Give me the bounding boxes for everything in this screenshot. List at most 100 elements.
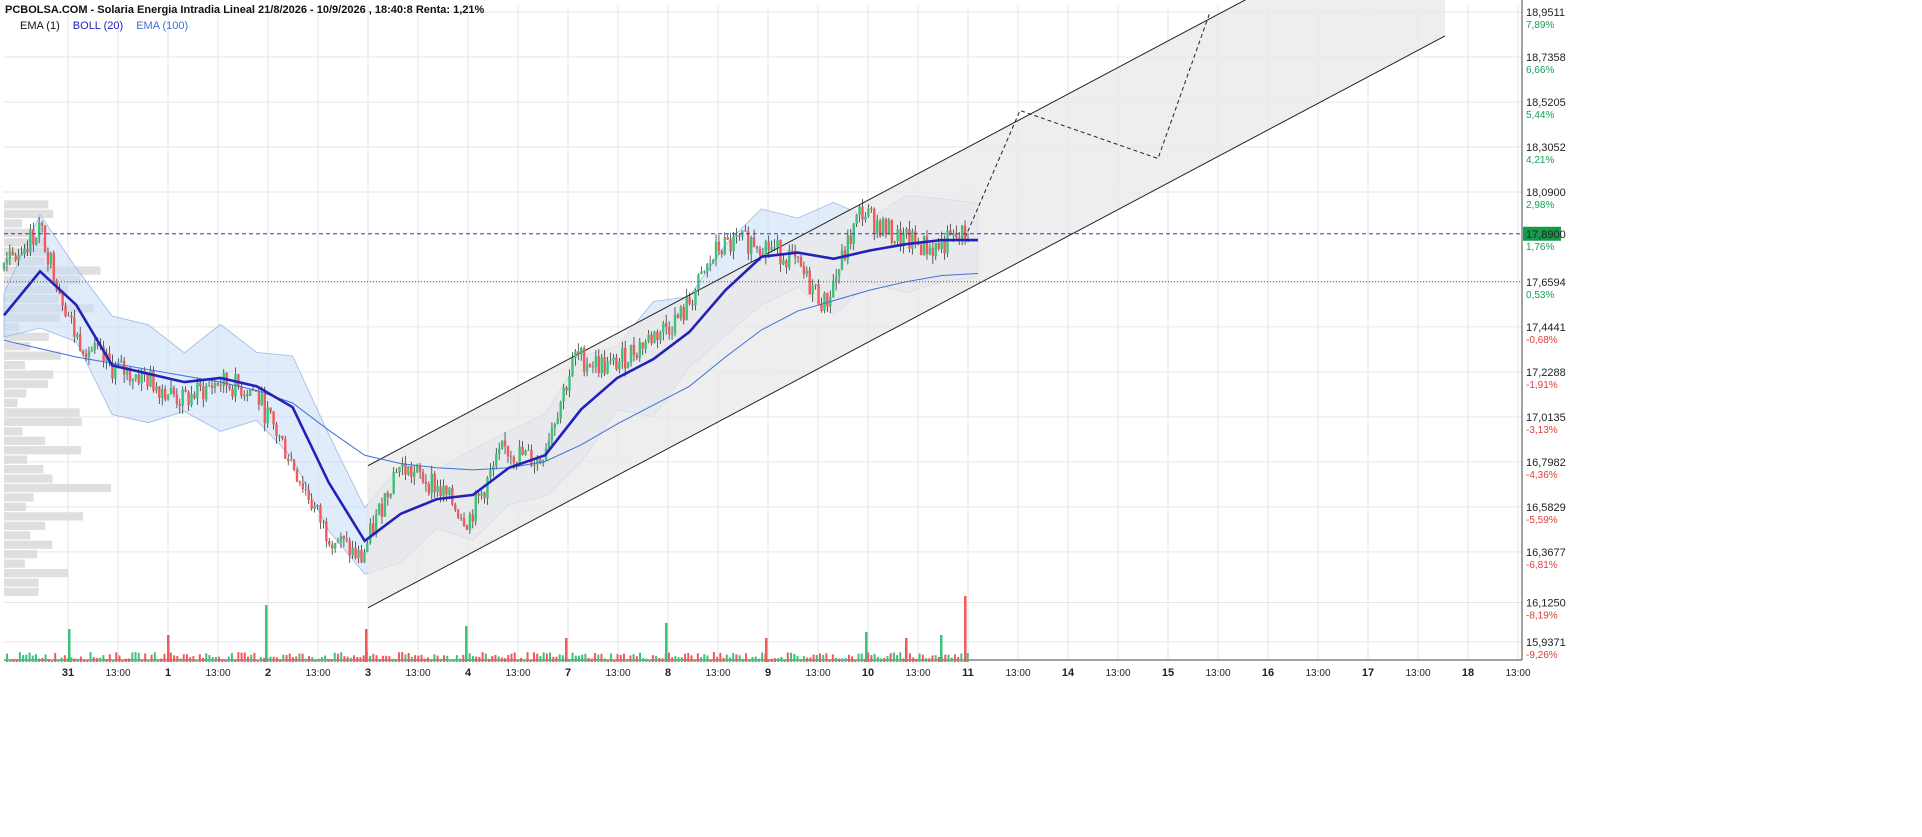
volume-bar — [921, 654, 924, 662]
volume-bar — [86, 659, 89, 662]
candle-body — [577, 351, 580, 355]
volume-bar — [831, 654, 834, 662]
volume-bar — [12, 659, 15, 662]
legend-ema100[interactable]: EMA (100) — [136, 20, 188, 32]
volume-bar — [635, 656, 638, 662]
date-label: 2 — [265, 667, 271, 679]
volume-bar — [802, 655, 805, 662]
candle-body — [193, 393, 196, 399]
candle-body — [216, 383, 220, 386]
volume-bar — [709, 659, 712, 662]
volume-bar — [790, 652, 793, 662]
candle-body — [295, 470, 299, 482]
volume-bar — [944, 654, 947, 662]
candle-body — [905, 229, 908, 234]
volume-bar — [291, 657, 294, 662]
legend-boll[interactable]: BOLL (20) — [73, 20, 123, 32]
volume-bar — [902, 658, 905, 662]
volume-bar — [854, 659, 857, 662]
candle-body — [958, 237, 961, 239]
volume-bar — [202, 657, 205, 662]
legend-ema1[interactable]: EMA (1) — [20, 20, 60, 32]
candle-body — [665, 323, 668, 328]
price-pct-label: 4,21% — [1526, 155, 1554, 166]
candle-body — [884, 218, 888, 234]
volume-bar — [622, 653, 625, 662]
candle-body — [914, 231, 917, 242]
volume-bar — [735, 654, 738, 662]
candle-body — [867, 208, 870, 217]
volume-bar — [532, 652, 535, 662]
volume-bar — [613, 659, 616, 662]
volume-bar — [555, 656, 558, 662]
candle-body — [802, 266, 806, 275]
volume-bar — [876, 656, 879, 662]
volume-bar — [462, 654, 465, 662]
price-tick-label: 17,4441 — [1526, 322, 1566, 334]
candle-body — [688, 296, 691, 304]
volume-bar — [128, 658, 131, 662]
time-label: 13:00 — [705, 668, 730, 679]
volume-profile-bar — [4, 502, 26, 512]
time-label: 13:00 — [1105, 668, 1130, 679]
candle-body — [963, 225, 967, 239]
candle-body — [875, 220, 879, 234]
candle-body — [281, 435, 284, 439]
volume-spike — [905, 638, 908, 662]
volume-bar — [584, 653, 587, 662]
volume-spike — [68, 629, 71, 662]
volume-bar — [545, 653, 548, 662]
volume-bar — [773, 658, 776, 662]
indicator-legend[interactable]: EMA (1) BOLL (20) EMA (100) — [20, 20, 198, 32]
volume-bar — [343, 656, 346, 662]
volume-bar — [594, 653, 597, 662]
candle-body — [512, 456, 516, 463]
volume-profile-bar — [4, 540, 53, 549]
current-price-label: 17,8900 — [1526, 229, 1566, 241]
volume-bar — [375, 655, 378, 662]
date-label: 11 — [962, 667, 974, 679]
price-pct-label: 2,98% — [1526, 200, 1554, 211]
volume-bar — [218, 656, 221, 662]
candle-body — [43, 225, 47, 252]
candle-body — [436, 486, 439, 493]
time-label: 13:00 — [605, 668, 630, 679]
volume-bar — [18, 652, 21, 662]
volume-bar — [504, 658, 507, 662]
volume-bar — [931, 655, 934, 662]
candle-body — [433, 473, 436, 493]
volume-bar — [468, 653, 471, 662]
candle-body — [691, 303, 694, 305]
price-pct-label: -8,19% — [1526, 611, 1558, 622]
candle-body — [448, 487, 451, 495]
volume-bar — [121, 659, 124, 662]
candle-body — [348, 540, 351, 556]
volume-bar — [648, 659, 651, 662]
candle-body — [790, 250, 794, 252]
volume-bar — [719, 652, 722, 662]
chart-canvas[interactable]: 18,95117,89% 18,73586,66% 18,52055,44% 18,3… — [0, 0, 1922, 837]
volume-bar — [957, 656, 960, 662]
volume-bar — [549, 652, 552, 662]
candle-body — [679, 306, 683, 318]
volume-bar — [674, 656, 677, 662]
volume-bar — [137, 652, 140, 662]
volume-bar — [44, 654, 47, 662]
candle-body — [465, 525, 469, 530]
candle-body — [11, 251, 14, 256]
candle-body — [187, 391, 190, 405]
candle-body — [591, 366, 595, 368]
price-tick-label: 18,7358 — [1526, 52, 1566, 64]
candle-body — [35, 237, 38, 245]
price-tick-label: 17,0135 — [1526, 412, 1566, 424]
price-tick-label: 18,5205 — [1526, 97, 1566, 109]
volume-bar — [892, 652, 895, 662]
candle-body — [477, 493, 480, 496]
volume-bar — [38, 658, 41, 662]
candle-body — [747, 231, 750, 254]
candle-body — [706, 263, 709, 272]
volume-bar — [131, 652, 134, 662]
volume-bar — [960, 653, 963, 662]
price-pct-label: 0,53% — [1526, 290, 1554, 301]
volume-bar — [214, 657, 217, 662]
